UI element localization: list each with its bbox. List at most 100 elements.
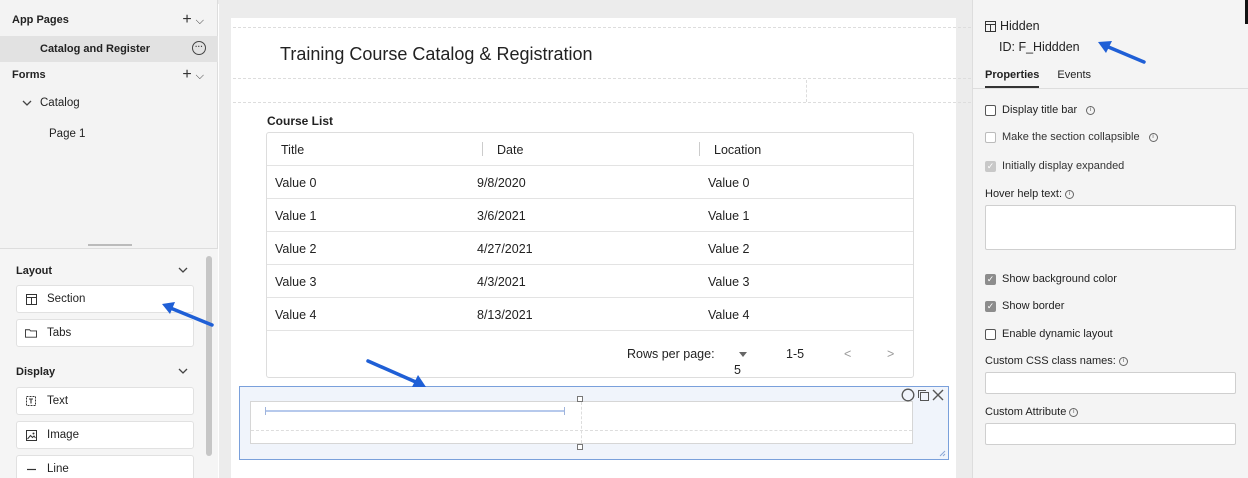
column-guide bbox=[581, 402, 582, 443]
palette-item-tabs[interactable]: Tabs bbox=[16, 319, 194, 347]
cell-location: Value 4 bbox=[708, 308, 750, 322]
cell-location: Value 1 bbox=[708, 209, 750, 223]
table-row[interactable]: Value 0 9/8/2020 Value 0 bbox=[267, 166, 913, 199]
app-page-item-catalog-and-register[interactable]: Catalog and Register ··· bbox=[0, 36, 218, 62]
show-border-option[interactable]: ✓ Show border bbox=[985, 300, 1064, 312]
display-section-label: Display bbox=[16, 366, 56, 378]
dynamic-layout-option[interactable]: Enable dynamic layout bbox=[985, 328, 1113, 340]
option-label: Enable dynamic layout bbox=[1002, 328, 1113, 340]
show-border-checkbox[interactable]: ✓ bbox=[985, 300, 996, 312]
chevron-down-icon[interactable] bbox=[178, 267, 188, 274]
show-background-checkbox[interactable]: ✓ bbox=[985, 273, 996, 285]
css-class-input[interactable] bbox=[985, 372, 1236, 394]
app-page-label: Catalog and Register bbox=[40, 43, 151, 55]
component-name[interactable]: Hidden bbox=[1000, 19, 1040, 33]
tab-properties[interactable]: Properties bbox=[985, 69, 1040, 88]
palette-item-image[interactable]: Image bbox=[16, 421, 194, 449]
cell-date: 4/27/2021 bbox=[477, 242, 533, 256]
info-icon[interactable]: i bbox=[1118, 356, 1128, 366]
component-palette: Layout Section Tabs Display Text Image L… bbox=[0, 248, 218, 478]
palette-item-text[interactable]: Text bbox=[16, 387, 194, 415]
column-header-date[interactable]: Date bbox=[497, 143, 523, 157]
rows-per-page-label: Rows per page: bbox=[627, 347, 715, 361]
cell-date: 8/13/2021 bbox=[477, 308, 533, 322]
course-list-label: Course List bbox=[267, 114, 334, 128]
grid-guide bbox=[806, 80, 807, 102]
info-icon[interactable]: i bbox=[1069, 407, 1079, 417]
column-header-title[interactable]: Title bbox=[281, 143, 304, 157]
section-icon bbox=[25, 293, 37, 305]
tree-item-label: Catalog bbox=[40, 97, 80, 109]
info-icon[interactable]: i bbox=[1065, 189, 1075, 199]
cell-location: Value 2 bbox=[708, 242, 750, 256]
section-icon bbox=[985, 20, 996, 32]
panel-resize-handle[interactable] bbox=[88, 244, 132, 246]
row-guide bbox=[251, 430, 912, 431]
forms-header: Forms + ⌵ bbox=[0, 62, 218, 88]
table-row[interactable]: Value 1 3/6/2021 Value 1 bbox=[267, 199, 913, 232]
chevron-down-icon bbox=[22, 100, 32, 106]
next-page-icon[interactable]: > bbox=[887, 347, 894, 361]
chevron-down-icon[interactable]: ⌵ bbox=[196, 15, 204, 28]
tree-item-catalog[interactable]: Catalog bbox=[22, 97, 80, 109]
palette-scrollbar[interactable] bbox=[206, 256, 212, 456]
info-icon[interactable]: i bbox=[1086, 105, 1096, 115]
resize-handle-bottom[interactable] bbox=[577, 444, 583, 450]
page-range-text: 1-5 bbox=[786, 347, 805, 361]
table-row[interactable]: Value 3 4/3/2021 Value 3 bbox=[267, 265, 913, 298]
add-page-icon[interactable]: + bbox=[182, 11, 191, 29]
palette-item-label: Image bbox=[47, 429, 79, 441]
display-title-bar-checkbox[interactable] bbox=[985, 104, 996, 116]
section-body[interactable] bbox=[250, 401, 913, 444]
palette-item-label: Line bbox=[47, 463, 69, 475]
rows-per-page-select[interactable]: 5 bbox=[734, 347, 747, 377]
resize-handle-top[interactable] bbox=[577, 396, 583, 402]
hover-help-textarea[interactable] bbox=[985, 205, 1236, 250]
tab-events[interactable]: Events bbox=[1057, 69, 1091, 88]
option-label: Display title bar bbox=[1002, 104, 1078, 116]
previous-page-icon[interactable]: < bbox=[844, 347, 851, 361]
app-pages-label: App Pages bbox=[12, 14, 69, 26]
show-background-option[interactable]: ✓ Show background color bbox=[985, 273, 1117, 285]
option-label: Make the section collapsible bbox=[1002, 131, 1140, 143]
collapsible-option: Make the section collapsible i bbox=[985, 131, 1158, 143]
chevron-down-icon[interactable]: ⌵ bbox=[196, 70, 204, 83]
dynamic-layout-checkbox[interactable] bbox=[985, 328, 996, 340]
palette-item-section[interactable]: Section bbox=[16, 285, 194, 313]
chevron-down-icon[interactable] bbox=[178, 368, 188, 375]
collapsible-checkbox bbox=[985, 131, 996, 143]
display-title-bar-option[interactable]: Display title bar i bbox=[985, 104, 1096, 116]
palette-item-line[interactable]: Line bbox=[16, 455, 194, 478]
copy-icon[interactable] bbox=[917, 389, 930, 402]
settings-circle-icon[interactable] bbox=[901, 388, 915, 402]
column-separator bbox=[699, 142, 700, 156]
selected-section[interactable] bbox=[239, 386, 949, 460]
table-row[interactable]: Value 4 8/13/2021 Value 4 bbox=[267, 298, 913, 331]
initially-expanded-checkbox: ✓ bbox=[985, 160, 996, 172]
forms-label: Forms bbox=[12, 69, 46, 81]
rows-per-page-value: 5 bbox=[734, 363, 741, 377]
grid-guide bbox=[233, 27, 971, 28]
resize-corner-icon[interactable] bbox=[939, 450, 946, 457]
cell-location: Value 3 bbox=[708, 275, 750, 289]
more-options-icon[interactable]: ··· bbox=[192, 41, 206, 55]
page-title[interactable]: Training Course Catalog & Registration bbox=[280, 44, 593, 65]
folder-icon bbox=[25, 328, 37, 338]
option-label: Initially display expanded bbox=[1002, 160, 1125, 172]
add-form-icon[interactable]: + bbox=[182, 66, 191, 84]
table-pagination: Rows per page: 5 1-5 < > bbox=[267, 331, 913, 377]
course-table[interactable]: Title Date Location Value 0 9/8/2020 Val… bbox=[266, 132, 914, 378]
close-icon[interactable] bbox=[932, 389, 944, 401]
cell-title: Value 2 bbox=[275, 242, 317, 256]
column-header-location[interactable]: Location bbox=[714, 143, 761, 157]
cell-date: 4/3/2021 bbox=[477, 275, 526, 289]
info-icon[interactable]: i bbox=[1148, 132, 1158, 142]
cell-title: Value 1 bbox=[275, 209, 317, 223]
component-id: ID: F_Hiddden bbox=[999, 40, 1080, 54]
custom-attribute-input[interactable] bbox=[985, 423, 1236, 445]
line-component[interactable] bbox=[265, 407, 565, 415]
table-row[interactable]: Value 2 4/27/2021 Value 2 bbox=[267, 232, 913, 265]
tree-item-page-1[interactable]: Page 1 bbox=[49, 128, 85, 140]
grid-guide bbox=[233, 102, 971, 103]
field-label: Custom CSS class names: bbox=[985, 355, 1116, 367]
